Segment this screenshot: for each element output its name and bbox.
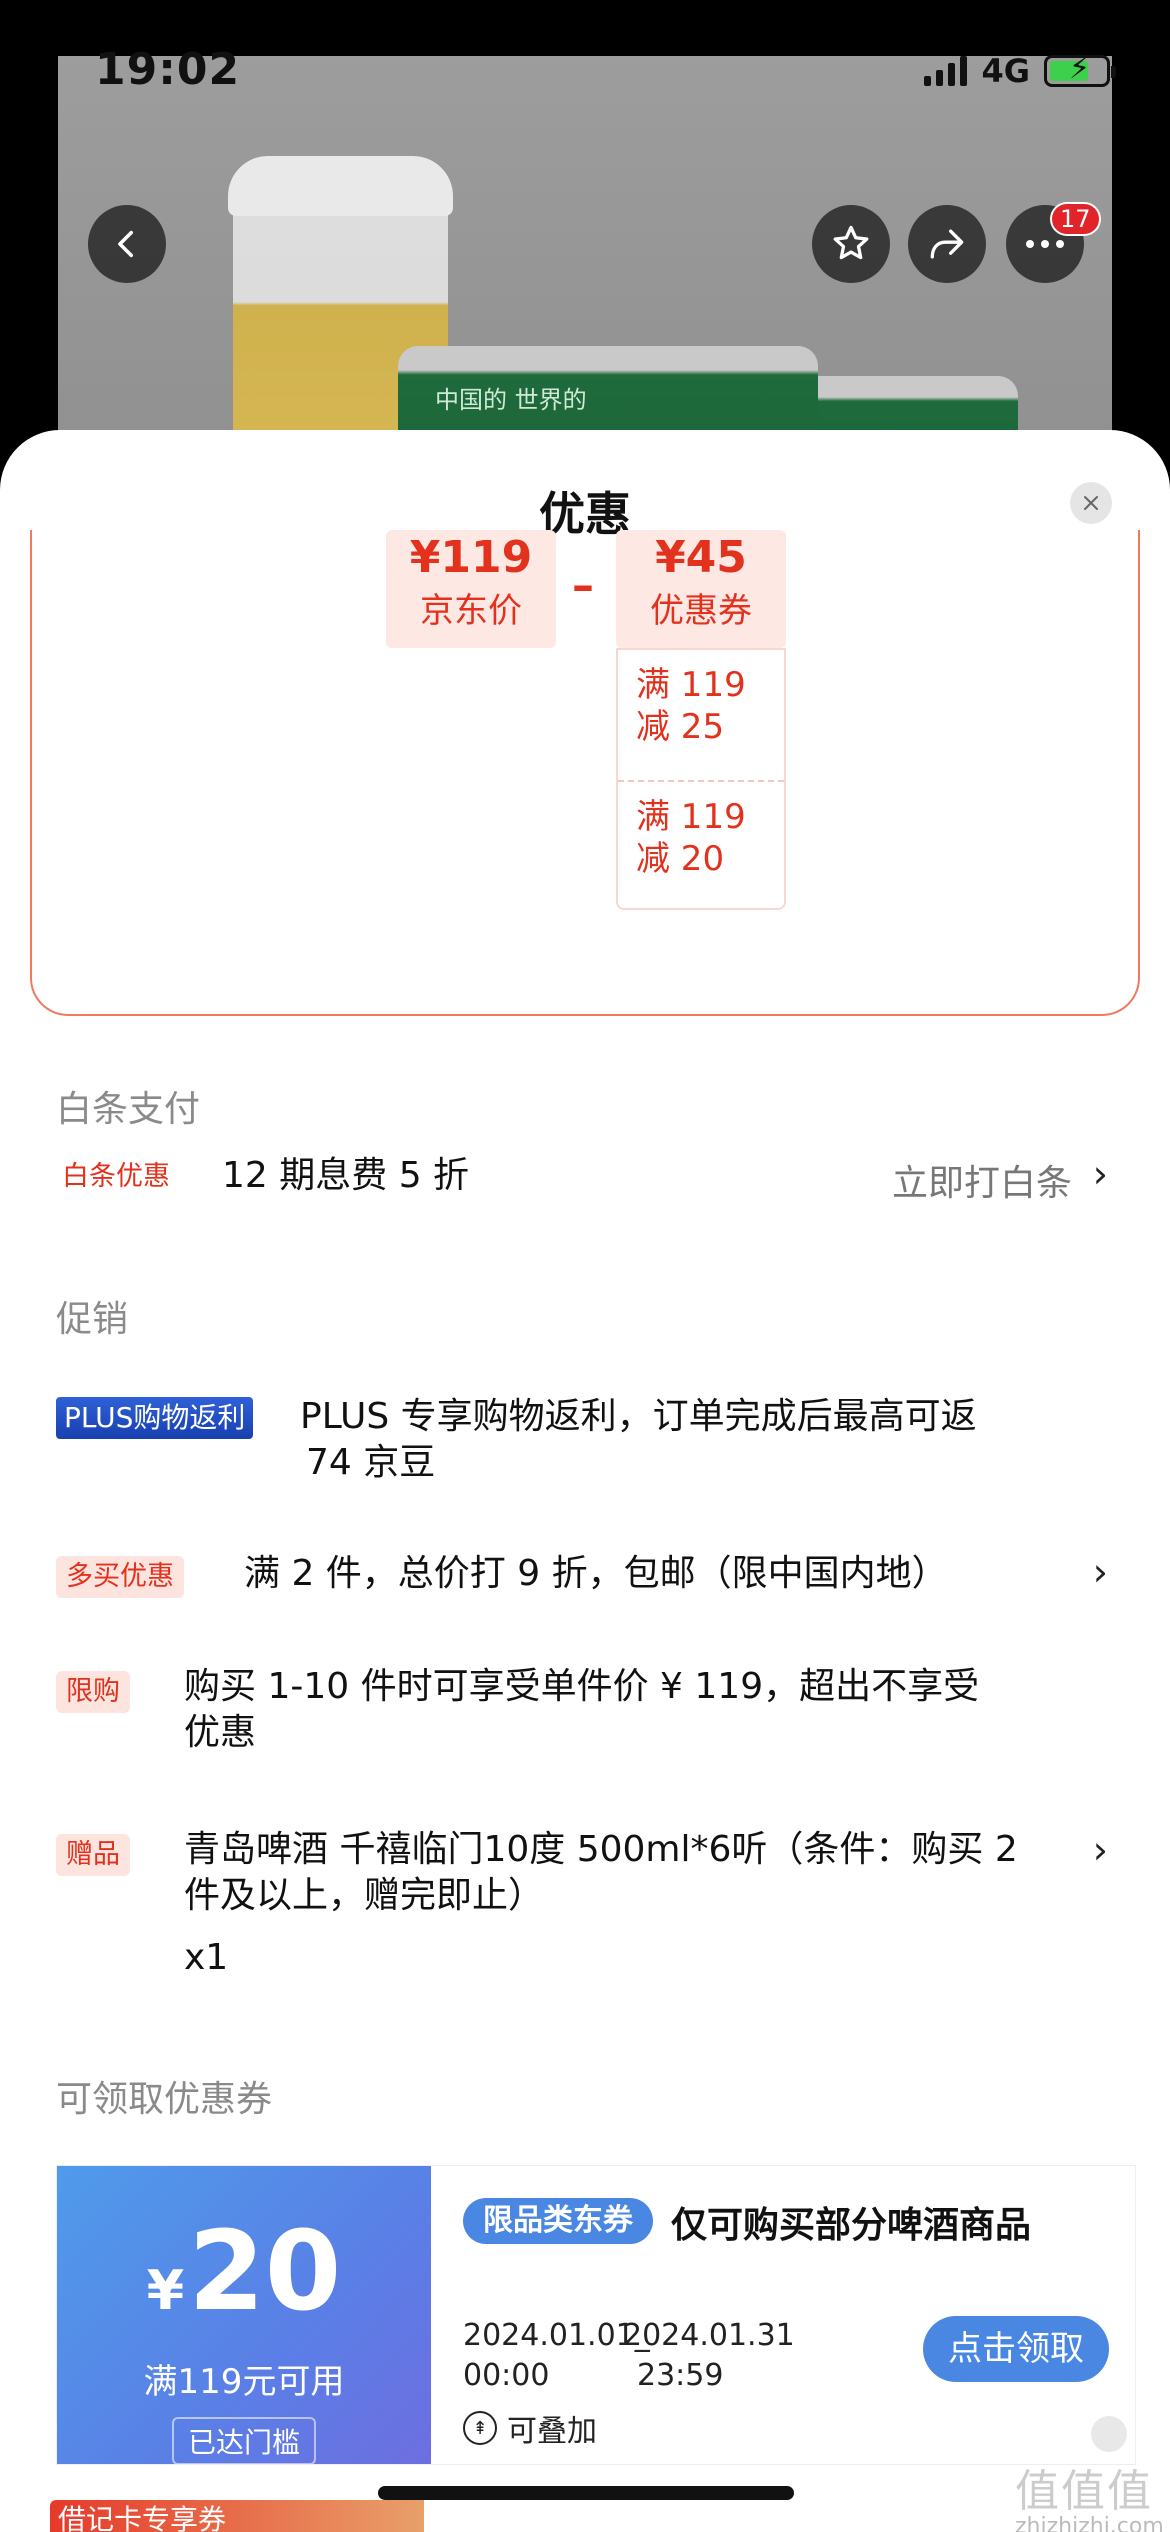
- claim-coupon-button[interactable]: 点击领取: [923, 2316, 1109, 2382]
- gift-quantity: x1: [184, 1937, 229, 1978]
- coupon-start-time: 00:00: [463, 2358, 550, 2393]
- coupon-end-time: 23:59: [637, 2358, 724, 2393]
- promotion-text: 购买 1-10 件时可享受单件价 ¥ 119，超出不享受: [184, 1666, 980, 1707]
- signal-icon: [924, 56, 968, 86]
- coupon-status: 已达门槛: [171, 2417, 316, 2464]
- coupon-description: 仅可购买部分啤酒商品: [671, 2205, 1032, 2246]
- promotion-text: 满 2 件，总价打 9 折，包邮（限中国内地）: [244, 1553, 948, 1594]
- status-time: 19:02: [95, 44, 241, 95]
- stackable-indicator: ⇞ 可叠加: [463, 2406, 597, 2450]
- watermark: 值值值 zhizhizhi.com: [1015, 2466, 1164, 2532]
- coupon-breakdown-item: 满 119 减 20: [618, 780, 784, 910]
- chevron-right-icon: ›: [1092, 1550, 1108, 1594]
- minus-sign: –: [572, 560, 594, 611]
- chevron-right-icon: ›: [1092, 1152, 1108, 1196]
- promotion-item-gift[interactable]: 赠品 青岛啤酒 千禧临门10度 500ml*6听（条件：购买 2 件及以上，赠完…: [56, 1828, 1116, 1988]
- purchase-limit-tag: 限购: [56, 1671, 130, 1713]
- coupon-condition: 满119元可用: [143, 2362, 345, 2402]
- coupons-section-title: 可领取优惠券: [56, 2079, 273, 2120]
- stack-icon: ⇞: [463, 2411, 497, 2445]
- coupon-discount: 减 25: [636, 707, 725, 747]
- can-label-text: 中国的 世界的: [435, 386, 587, 414]
- network-label: 4G: [981, 52, 1030, 90]
- coupon-end-date: 2024.01.31: [623, 2318, 795, 2353]
- chevron-right-icon: ›: [1092, 1828, 1108, 1872]
- coupon-threshold: 满 119: [636, 797, 746, 837]
- home-indicator[interactable]: [378, 2486, 794, 2500]
- jd-price-box: ¥119 京东价: [386, 530, 556, 648]
- expand-icon[interactable]: [1091, 2416, 1127, 2452]
- gift-text: 青岛啤酒 千禧临门10度 500ml*6听（条件：购买 2: [184, 1829, 1018, 1870]
- favorite-button[interactable]: [812, 205, 890, 283]
- coupon-validity: 2024.01.01_ 00:00 2024.01.31 23:59: [463, 2316, 795, 2396]
- promotion-item-limit: 限购 购买 1-10 件时可享受单件价 ¥ 119，超出不享受 优惠: [56, 1665, 1116, 1765]
- promotion-text-line2: 优惠: [184, 1712, 257, 1753]
- back-button[interactable]: [88, 205, 166, 283]
- coupon-total-label: 优惠券: [650, 591, 752, 631]
- promotions-section-title: 促销: [56, 1299, 129, 1340]
- jd-price-value: ¥119: [409, 532, 533, 583]
- coupon-breakdown-item: 满 119 减 25: [618, 650, 784, 780]
- coupon-amount: ¥20: [146, 2207, 342, 2335]
- coupon-info-panel: 限品类东券 仅可购买部分啤酒商品 2024.01.01_ 00:00 2024.…: [431, 2166, 1135, 2464]
- price-calculation-card: ¥119 京东价 – ¥45 优惠券 满 119 减 25 满 119 减 20: [30, 530, 1140, 1016]
- gift-text-line2: 件及以上，赠完即止）: [184, 1875, 545, 1916]
- coupon-breakdown: 满 119 减 25 满 119 减 20: [616, 648, 786, 910]
- coupon-total-box: ¥45 优惠券: [616, 530, 786, 648]
- discount-sheet: 优惠 ¥119 京东价 – ¥45 优惠券 满 119 减 25 满 119 减…: [0, 430, 1170, 2532]
- star-icon: [833, 225, 869, 260]
- battery-icon: ⚡: [1044, 54, 1116, 87]
- close-icon: [1084, 496, 1098, 510]
- promotion-item-plus: PLUS购物返利 PLUS 专享购物返利，订单完成后最高可返 74 京豆: [56, 1395, 1116, 1495]
- baitiao-tag: 白条优惠: [62, 1161, 170, 1192]
- baitiao-link[interactable]: 立即打白条: [892, 1154, 1072, 1206]
- baitiao-section-title: 白条支付: [56, 1089, 201, 1130]
- coupon-discount: 减 20: [636, 839, 725, 879]
- more-dots-icon: [1026, 240, 1064, 248]
- debit-card-coupon-tag: 借记卡专享券: [50, 2500, 424, 2532]
- plus-rebate-tag: PLUS购物返利: [56, 1397, 254, 1439]
- chevron-left-icon: [118, 230, 134, 258]
- promotion-text-line2: 74 京豆: [306, 1442, 436, 1483]
- close-button[interactable]: [1070, 482, 1112, 524]
- coupon-type-tag: 限品类东券: [463, 2198, 653, 2244]
- status-indicators: 4G ⚡: [924, 52, 1116, 90]
- status-bar: 19:02 4G ⚡: [0, 0, 1170, 110]
- baitiao-row[interactable]: 白条优惠 12 期息费 5 折 立即打白条 ›: [56, 1150, 1116, 1210]
- notification-badge: 17: [1050, 202, 1101, 236]
- coupon-threshold: 满 119: [636, 665, 746, 705]
- promotion-text: PLUS 专享购物返利，订单完成后最高可返: [300, 1396, 977, 1437]
- promotion-item-multi-buy[interactable]: 多买优惠 满 2 件，总价打 9 折，包邮（限中国内地） ›: [56, 1550, 1116, 1610]
- gift-tag: 赠品: [56, 1834, 130, 1876]
- multi-buy-tag: 多买优惠: [56, 1556, 184, 1598]
- jd-price-label: 京东价: [420, 591, 522, 631]
- baitiao-text: 12 期息费 5 折: [222, 1155, 470, 1196]
- coupon-card: ¥20 满119元可用 已达门槛 限品类东券 仅可购买部分啤酒商品 2024.0…: [56, 2165, 1136, 2465]
- coupon-value-panel: ¥20 满119元可用 已达门槛: [57, 2166, 431, 2464]
- coupon-total-value: ¥45: [655, 532, 747, 583]
- coupon-start-date: 2024.01.01: [463, 2318, 635, 2353]
- share-button[interactable]: [908, 205, 986, 283]
- share-icon: [930, 229, 964, 259]
